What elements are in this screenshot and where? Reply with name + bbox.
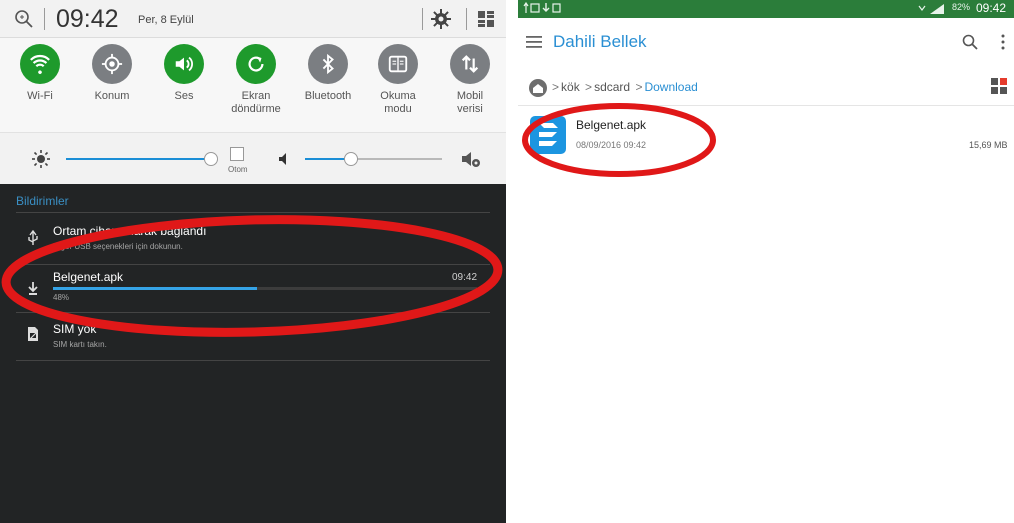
hamburger-menu-icon[interactable] xyxy=(526,36,542,48)
grid-view-icon[interactable] xyxy=(476,9,496,29)
volume-slider-thumb[interactable] xyxy=(344,152,358,166)
sound-icon[interactable] xyxy=(164,44,204,84)
brightness-slider-thumb[interactable] xyxy=(204,152,218,166)
volume-slider-remaining xyxy=(356,158,442,160)
file-date: 08/09/2016 09:42 xyxy=(576,140,647,150)
divider xyxy=(44,8,45,30)
qs-label: Okuma xyxy=(380,90,416,102)
volume-slider-track[interactable] xyxy=(305,158,349,160)
overflow-menu-icon[interactable] xyxy=(1000,34,1006,50)
notification-subtitle: SIM kartı takın. xyxy=(53,340,107,349)
qs-location[interactable]: Konum xyxy=(76,44,148,103)
quick-settings: Wi-Fi Konum Ses Ekran döndürme Bluetooth… xyxy=(0,38,506,132)
qs-label: Ses xyxy=(174,90,194,102)
brightness-slider-track[interactable] xyxy=(66,158,208,160)
qs-label: döndürme xyxy=(231,103,281,115)
view-switch-icon[interactable] xyxy=(990,77,1008,95)
search-icon[interactable] xyxy=(14,9,34,29)
bluetooth-icon[interactable] xyxy=(308,44,348,84)
status-bar: 82% 09:42 xyxy=(518,0,1014,18)
wifi-icon[interactable] xyxy=(20,44,60,84)
breadcrumb-path: > kök > sdcard > Download xyxy=(550,80,698,94)
sim-card-icon xyxy=(28,327,38,341)
divider xyxy=(16,212,490,213)
status-time: 09:42 xyxy=(976,1,1007,15)
home-icon[interactable] xyxy=(529,79,547,97)
auto-brightness-checkbox[interactable] xyxy=(230,147,244,161)
download-icon xyxy=(28,282,38,295)
battery-percent: 82% xyxy=(952,2,971,12)
notification-title: Belgenet.apk xyxy=(53,270,124,284)
volume-settings-icon[interactable] xyxy=(460,148,482,170)
notification-panel: 09:42 Per, 8 Eylül Wi-Fi Konum Ses Ekran… xyxy=(0,0,506,523)
divider xyxy=(16,312,490,313)
notification-title: Ortam cihazı olarak bağlandı xyxy=(53,224,207,238)
apk-file-icon xyxy=(530,116,566,154)
auto-brightness-label: Otom xyxy=(228,165,248,174)
breadcrumb-current[interactable]: Download xyxy=(644,80,697,94)
divider xyxy=(422,8,423,30)
qs-rotate[interactable]: Ekran döndürme xyxy=(220,44,292,116)
qs-bluetooth[interactable]: Bluetooth xyxy=(292,44,364,103)
breadcrumb-item[interactable]: kök xyxy=(561,80,580,94)
status-icons xyxy=(522,1,566,16)
qs-label: Ekran xyxy=(241,90,271,102)
clock: 09:42 xyxy=(56,5,119,33)
brightness-icon xyxy=(32,150,50,168)
screenshot-composite: 09:42 Per, 8 Eylül Wi-Fi Konum Ses Ekran… xyxy=(0,0,1014,523)
file-row[interactable]: Belgenet.apk 08/09/2016 09:42 15,69 MB xyxy=(518,107,1014,162)
breadcrumb-separator: > xyxy=(635,80,643,94)
divider xyxy=(16,360,490,361)
divider xyxy=(16,264,490,265)
file-name: Belgenet.apk xyxy=(576,118,647,132)
qs-label: Konum xyxy=(94,90,130,102)
notification-subtitle: Diğer USB seçenekleri için dokunun. xyxy=(53,242,183,251)
location-icon[interactable] xyxy=(92,44,132,84)
notification-time: 09:42 xyxy=(452,272,478,283)
search-icon[interactable] xyxy=(962,34,978,50)
qs-mobile-data[interactable]: Mobil verisi xyxy=(434,44,506,116)
file-size: 15,69 MB xyxy=(969,140,1008,150)
gear-icon[interactable] xyxy=(430,8,452,30)
breadcrumb-item[interactable]: sdcard xyxy=(594,80,630,94)
qs-label: Mobil xyxy=(456,90,484,102)
panel-header: 09:42 Per, 8 Eylül xyxy=(0,0,506,38)
qs-label: verisi xyxy=(457,103,483,115)
notification-subtitle: 48% xyxy=(53,293,70,302)
usb-icon xyxy=(28,230,38,245)
breadcrumb-separator: > xyxy=(585,80,593,94)
date: Per, 8 Eylül xyxy=(138,14,194,26)
divider xyxy=(466,8,467,30)
notification-icons xyxy=(523,1,561,13)
notifications-section: Bildirimler Ortam cihazı olarak bağlandı… xyxy=(0,184,506,523)
qs-sound[interactable]: Ses xyxy=(148,44,220,103)
qs-label: Wi-Fi xyxy=(27,90,53,102)
download-progress-fill xyxy=(53,287,257,290)
qs-label: Bluetooth xyxy=(304,90,352,102)
signal-icon xyxy=(918,4,944,14)
app-bar: Dahili Bellek xyxy=(518,18,1014,68)
volume-low-icon xyxy=(279,153,286,165)
notifications-header: Bildirimler xyxy=(16,194,69,208)
app-title: Dahili Bellek xyxy=(553,32,647,51)
reading-mode-icon[interactable] xyxy=(378,44,418,84)
download-progress-bar xyxy=(53,287,477,290)
breadcrumb: > kök > sdcard > Download xyxy=(518,68,1014,106)
notification-title: SIM yok xyxy=(53,322,97,336)
qs-label: modu xyxy=(384,103,412,115)
brightness-volume-row: Otom xyxy=(0,132,506,184)
qs-reading-mode[interactable]: Okuma modu xyxy=(362,44,434,116)
file-manager: 82% 09:42 Dahili Bellek > kök > sdcard >… xyxy=(518,0,1014,523)
qs-wifi[interactable]: Wi-Fi xyxy=(4,44,76,103)
mobile-data-icon[interactable] xyxy=(450,44,490,84)
rotate-icon[interactable] xyxy=(236,44,276,84)
breadcrumb-separator: > xyxy=(552,80,560,94)
